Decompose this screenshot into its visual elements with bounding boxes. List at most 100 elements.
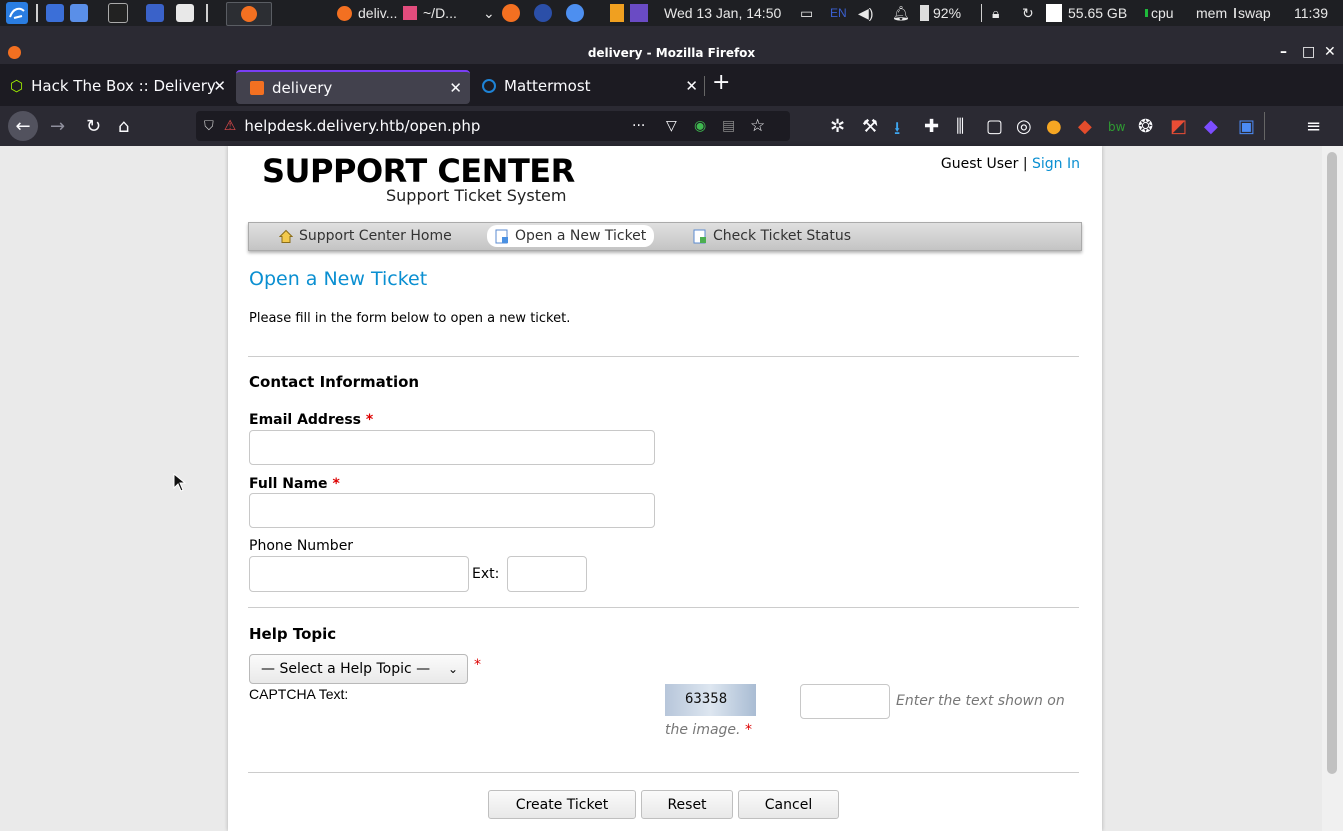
bookmark-star-icon[interactable]: ☆ — [750, 116, 765, 136]
nav-support-center-home[interactable]: Support Center Home — [271, 225, 460, 247]
media-launcher-icon[interactable] — [630, 0, 648, 26]
datetime[interactable]: Wed 13 Jan, 14:50 — [664, 0, 781, 26]
scrollbar-thumb[interactable] — [1327, 152, 1337, 774]
url-text[interactable]: helpdesk.delivery.htb/open.php — [244, 117, 480, 135]
tab-close-icon[interactable]: ✕ — [685, 77, 698, 95]
taskbar-terminal-window[interactable]: ~/D... — [403, 0, 457, 26]
back-button[interactable]: ← — [8, 111, 38, 141]
nav-check-ticket-status[interactable]: Check Ticket Status — [685, 225, 859, 247]
full-name-field[interactable] — [249, 493, 655, 528]
close-window-button[interactable]: ✕ — [1324, 44, 1336, 60]
phone-field[interactable] — [249, 556, 469, 592]
badge-ext-icon[interactable]: ◆ — [1204, 116, 1218, 137]
app2-icon[interactable] — [176, 0, 194, 26]
lock-icon[interactable]: 🔒︎ — [992, 0, 999, 26]
nav-open-new-ticket[interactable]: Open a New Ticket — [487, 225, 655, 247]
forward-button[interactable]: → — [50, 116, 65, 137]
tab-mattermost[interactable]: Mattermost ✕ — [472, 70, 706, 102]
page-actions-icon[interactable]: ··· — [632, 118, 645, 134]
page-scrollbar[interactable] — [1322, 146, 1343, 831]
reader-icon[interactable]: ▤ — [722, 118, 735, 134]
volume-icon[interactable]: ◀) — [858, 0, 873, 26]
logo-title[interactable]: SUPPORT CENTER — [262, 152, 575, 190]
captcha-field[interactable] — [800, 684, 890, 719]
window-frame-top — [0, 26, 1343, 42]
burp-launcher-icon[interactable] — [534, 0, 552, 26]
workspace-icon[interactable] — [46, 0, 64, 26]
new-tab-button[interactable]: + — [712, 70, 730, 95]
minimize-button[interactable]: – — [1280, 44, 1287, 60]
window-titlebar: delivery - Mozilla Firefox – □ ✕ — [0, 42, 1343, 64]
phone-label: Phone Number — [249, 538, 354, 554]
captcha-hint: Enter the text shown on — [896, 693, 1065, 709]
contact-info-heading: Contact Information — [249, 373, 420, 391]
app-icon[interactable] — [146, 0, 164, 26]
reload-panel-icon[interactable]: ↻ — [1022, 0, 1034, 26]
user-info: Guest User | Sign In — [940, 156, 1080, 172]
tab-close-icon[interactable]: ✕ — [449, 79, 462, 97]
wrench-icon[interactable]: ⚒ — [862, 116, 878, 137]
home-icon — [279, 229, 293, 243]
cpu-graph: cpu — [1145, 0, 1174, 26]
divider — [248, 356, 1079, 357]
clock[interactable]: 11:39 — [1294, 0, 1328, 26]
bw-ext-icon[interactable]: bw — [1108, 120, 1125, 134]
url-bar[interactable]: ⛉ ⚠ helpdesk.delivery.htb/open.php ··· ▽… — [196, 111, 790, 141]
tab-close-icon[interactable]: ✕ — [213, 77, 226, 95]
app-launcher-icon[interactable] — [610, 0, 624, 26]
display-icon[interactable]: ▭ — [800, 0, 813, 26]
chevron-down-icon: ⌄ — [447, 662, 458, 676]
insecure-lock-icon[interactable]: ⚠ — [224, 118, 237, 134]
puzzle-icon[interactable]: ✚ — [924, 116, 939, 137]
ticket-status-icon — [693, 229, 706, 243]
taskbar-firefox-button[interactable] — [226, 2, 272, 26]
help-topic-select[interactable]: — Select a Help Topic — ⌄ — [249, 654, 468, 684]
logo-subtitle[interactable]: Support Ticket System — [386, 186, 566, 205]
shield-icon[interactable]: ⛉ — [204, 119, 214, 134]
pocket-icon[interactable]: ▽ — [666, 118, 677, 134]
email-label: Email Address * — [249, 412, 374, 428]
firefox-launcher-icon[interactable] — [502, 0, 520, 26]
terminal-icon[interactable] — [108, 0, 128, 26]
tab-hackthebox[interactable]: ⬡ Hack The Box :: Delivery ✕ — [0, 70, 234, 102]
battery[interactable]: 92% — [920, 0, 961, 26]
divider — [248, 772, 1079, 773]
keyboard-layout[interactable]: EN — [830, 0, 847, 26]
kali-menu-icon[interactable] — [6, 0, 28, 26]
full-name-label: Full Name * — [249, 476, 340, 492]
foxy-ext-icon[interactable]: ◆ — [1078, 116, 1092, 137]
settings-ext-icon[interactable]: ✲ — [830, 116, 845, 137]
sidebar-icon[interactable]: ▢ — [986, 116, 1003, 137]
disk-usage: 55.65 GB — [1068, 5, 1128, 21]
sign-in-link[interactable]: Sign In — [1032, 156, 1080, 172]
translate-icon[interactable]: ▣ — [1238, 116, 1255, 137]
files-icon[interactable] — [70, 0, 88, 26]
phone-ext-field[interactable] — [507, 556, 587, 592]
support-nav: Support Center Home Open a New Ticket Ch… — [248, 222, 1082, 251]
osticket-favicon-icon — [250, 81, 264, 95]
chromium-launcher-icon[interactable] — [566, 0, 584, 26]
tab-delivery[interactable]: delivery ✕ — [236, 70, 470, 104]
captcha-image: 63358 — [665, 684, 756, 716]
email-field[interactable] — [249, 430, 655, 465]
taskbar-firefox-window[interactable]: deliv... — [337, 0, 397, 26]
library-icon[interactable]: ⫼ — [956, 116, 964, 137]
home-button[interactable]: ⌂ — [118, 116, 129, 137]
create-ticket-button[interactable]: Create Ticket — [488, 790, 636, 819]
hackbar-icon[interactable]: ◩ — [1170, 116, 1187, 137]
guest-user-label: Guest User — [940, 156, 1019, 172]
extension-icon[interactable]: ◉ — [694, 118, 706, 134]
cancel-button[interactable]: Cancel — [738, 790, 839, 819]
disk-icon[interactable] — [1046, 0, 1062, 26]
hamburger-menu-icon[interactable]: ≡ — [1306, 116, 1321, 137]
mem-graph: mem — [1196, 5, 1228, 21]
bell-icon[interactable]: 🔔︎ — [892, 0, 910, 26]
maximize-button[interactable]: □ — [1302, 44, 1315, 60]
cookie-editor-icon[interactable]: ❂ — [1138, 116, 1153, 137]
reset-button[interactable]: Reset — [641, 790, 733, 819]
cookie-ext-icon[interactable]: ● — [1046, 116, 1062, 137]
account-icon[interactable]: ◎ — [1016, 116, 1032, 137]
download-icon[interactable]: ⭳ — [894, 116, 900, 146]
reload-button[interactable]: ↻ — [86, 116, 101, 137]
chevron-down-icon[interactable]: ⌄ — [483, 0, 495, 26]
